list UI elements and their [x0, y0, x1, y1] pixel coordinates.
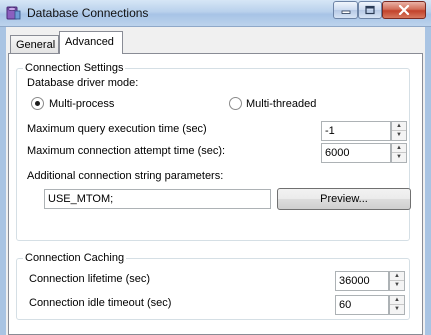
spin-down-icon[interactable]: ▼ — [390, 305, 404, 314]
minimize-button[interactable] — [333, 1, 358, 19]
max-query-time-label: Maximum query execution time (sec) — [27, 123, 207, 135]
window-title: Database Connections — [27, 6, 149, 20]
spin-up-icon[interactable]: ▲ — [390, 296, 404, 305]
conn-lifetime-spinner[interactable]: ▲ ▼ — [389, 271, 405, 291]
conn-idle-label: Connection idle timeout (sec) — [29, 297, 172, 309]
connection-settings-group: Connection Settings Database driver mode… — [16, 62, 411, 241]
multithreaded-radio[interactable] — [229, 97, 242, 110]
max-attempt-time-spinbox[interactable]: ▲ ▼ — [321, 143, 407, 163]
conn-lifetime-spinbox[interactable]: ▲ ▼ — [335, 271, 405, 291]
conn-lifetime-input[interactable] — [336, 272, 388, 290]
conn-lifetime-label: Connection lifetime (sec) — [29, 273, 151, 285]
conn-idle-spinner[interactable]: ▲ ▼ — [389, 295, 405, 315]
tab-advanced[interactable]: Advanced — [59, 31, 123, 54]
spin-down-icon[interactable]: ▼ — [392, 153, 406, 162]
conn-string-field[interactable] — [44, 189, 271, 209]
tab-general[interactable]: General — [10, 35, 59, 53]
maximize-icon — [365, 5, 375, 15]
advanced-panel: Connection Settings Database driver mode… — [8, 53, 423, 335]
database-icon — [6, 6, 21, 20]
spin-up-icon[interactable]: ▲ — [392, 144, 406, 153]
multiprocess-label[interactable]: Multi-process — [49, 98, 114, 110]
conn-idle-spinbox[interactable]: ▲ ▼ — [335, 295, 405, 315]
conn-string-label: Additional connection string parameters: — [27, 170, 224, 182]
max-query-time-spinbox[interactable]: ▲ ▼ — [321, 121, 407, 141]
close-button[interactable] — [382, 1, 426, 19]
conn-idle-input[interactable] — [336, 296, 388, 314]
connection-settings-title: Connection Settings — [23, 62, 126, 74]
close-icon — [398, 5, 410, 15]
minimize-icon — [341, 10, 350, 14]
spin-down-icon[interactable]: ▼ — [390, 281, 404, 290]
title-bar: Database Connections — [0, 0, 431, 27]
driver-mode-label: Database driver mode: — [27, 77, 139, 89]
max-attempt-time-input[interactable] — [322, 144, 390, 162]
maximize-button[interactable] — [358, 1, 382, 19]
max-query-time-input[interactable] — [322, 122, 390, 140]
spin-up-icon[interactable]: ▲ — [390, 272, 404, 281]
max-attempt-time-label: Maximum connection attempt time (sec): — [27, 145, 226, 157]
connection-caching-title: Connection Caching — [23, 252, 127, 264]
spin-down-icon[interactable]: ▼ — [392, 131, 406, 140]
conn-string-input[interactable] — [45, 190, 270, 208]
dialog-body: General Advanced Connection Settings Dat… — [6, 27, 425, 335]
multiprocess-radio[interactable] — [31, 97, 44, 110]
preview-button[interactable]: Preview... — [277, 188, 411, 210]
max-attempt-time-spinner[interactable]: ▲ ▼ — [391, 143, 407, 163]
spin-up-icon[interactable]: ▲ — [392, 122, 406, 131]
connection-caching-group: Connection Caching Connection lifetime (… — [16, 252, 410, 320]
multithreaded-label[interactable]: Multi-threaded — [246, 98, 316, 110]
max-query-time-spinner[interactable]: ▲ ▼ — [391, 121, 407, 141]
